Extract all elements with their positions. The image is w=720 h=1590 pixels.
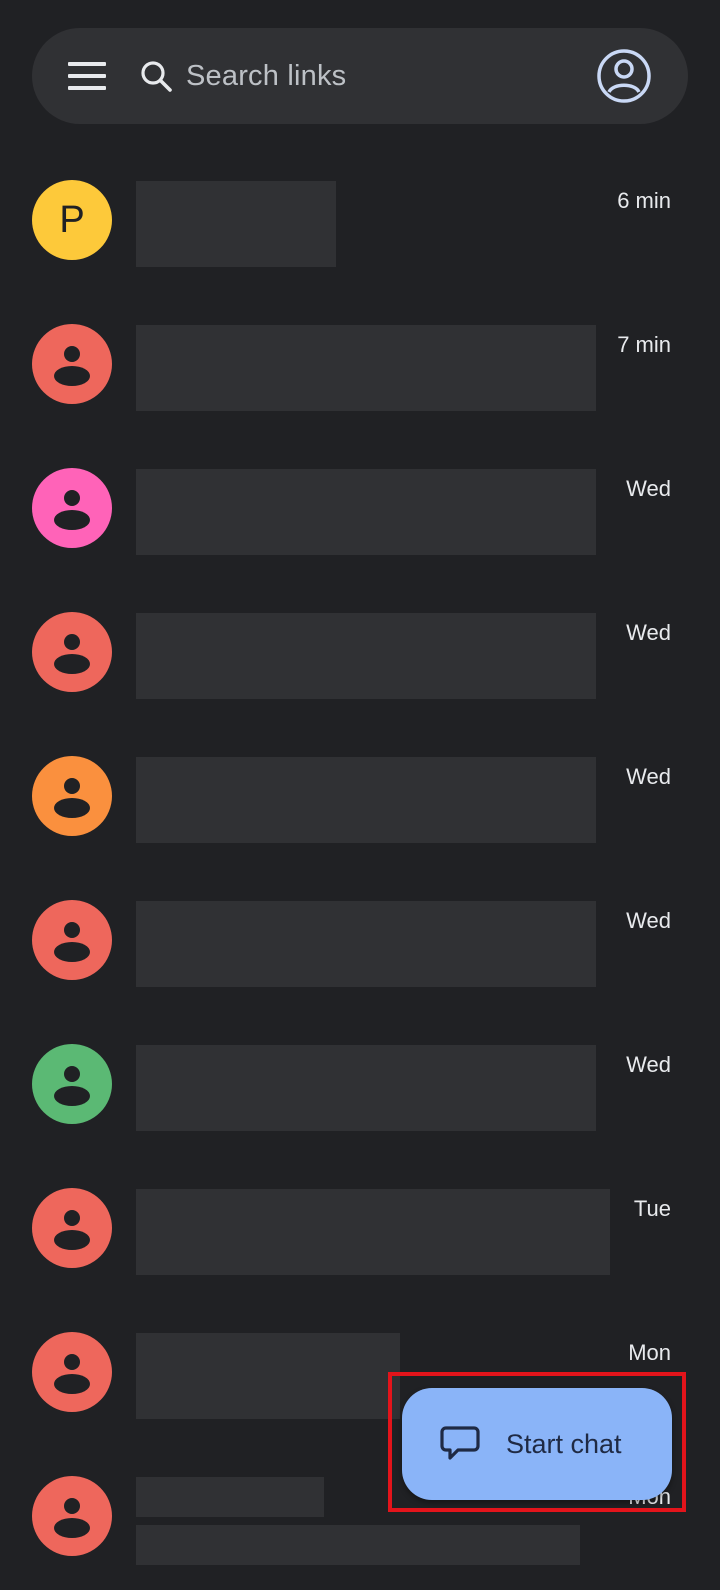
conversation-row[interactable]: Tue [0, 1158, 720, 1302]
redacted-message-preview [136, 181, 336, 267]
chat-bubble-icon [440, 1426, 480, 1460]
contact-avatar [32, 324, 112, 404]
start-chat-button[interactable]: Start chat [402, 1388, 672, 1500]
start-chat-label: Start chat [506, 1428, 622, 1459]
contact-avatar [32, 468, 112, 548]
conversation-time: Wed [626, 764, 671, 789]
conversation-row[interactable]: P 6 min [0, 150, 720, 294]
conversation-time: 6 min [617, 188, 671, 213]
conversation-time: Wed [626, 1052, 671, 1077]
contact-avatar [32, 612, 112, 692]
avatar-letter: P [59, 198, 85, 241]
redacted-message-preview [136, 1045, 596, 1131]
contact-avatar [32, 900, 112, 980]
person-icon [54, 634, 90, 674]
contact-avatar [32, 1188, 112, 1268]
account-icon[interactable] [596, 48, 652, 104]
person-icon [54, 1498, 90, 1538]
redacted-message-preview [136, 1525, 580, 1565]
contact-avatar [32, 1476, 112, 1556]
conversation-row[interactable]: Wed [0, 1014, 720, 1158]
redacted-message-preview [136, 757, 596, 843]
contact-avatar [32, 1044, 112, 1124]
contact-avatar: P [32, 180, 112, 260]
person-icon [54, 778, 90, 818]
person-icon [54, 1210, 90, 1250]
redacted-message-preview [136, 613, 596, 699]
redacted-message-preview [136, 1477, 324, 1517]
redacted-message-preview [136, 1333, 400, 1419]
conversation-row[interactable]: Wed [0, 726, 720, 870]
search-bar[interactable]: Search links [32, 28, 688, 124]
search-input[interactable]: Search links [186, 52, 566, 100]
conversation-row[interactable]: Wed [0, 870, 720, 1014]
conversation-time: 7 min [617, 332, 671, 357]
conversation-time: Wed [626, 620, 671, 645]
person-icon [54, 490, 90, 530]
person-icon [54, 346, 90, 386]
conversation-time: Wed [626, 476, 671, 501]
redacted-message-preview [136, 325, 596, 411]
redacted-message-preview [136, 469, 596, 555]
person-icon [54, 1066, 90, 1106]
redacted-message-preview [136, 901, 596, 987]
conversation-row[interactable]: Wed [0, 438, 720, 582]
menu-icon[interactable] [66, 58, 108, 94]
conversation-row[interactable]: 7 min [0, 294, 720, 438]
contact-avatar [32, 756, 112, 836]
conversation-time: Wed [626, 908, 671, 933]
person-icon [54, 922, 90, 962]
contact-avatar [32, 1332, 112, 1412]
search-icon [141, 61, 172, 92]
redacted-message-preview [136, 1189, 610, 1275]
conversation-time: Mon [628, 1340, 671, 1365]
conversation-time: Tue [633, 1196, 671, 1221]
conversation-row[interactable]: Wed [0, 582, 720, 726]
person-icon [54, 1354, 90, 1394]
